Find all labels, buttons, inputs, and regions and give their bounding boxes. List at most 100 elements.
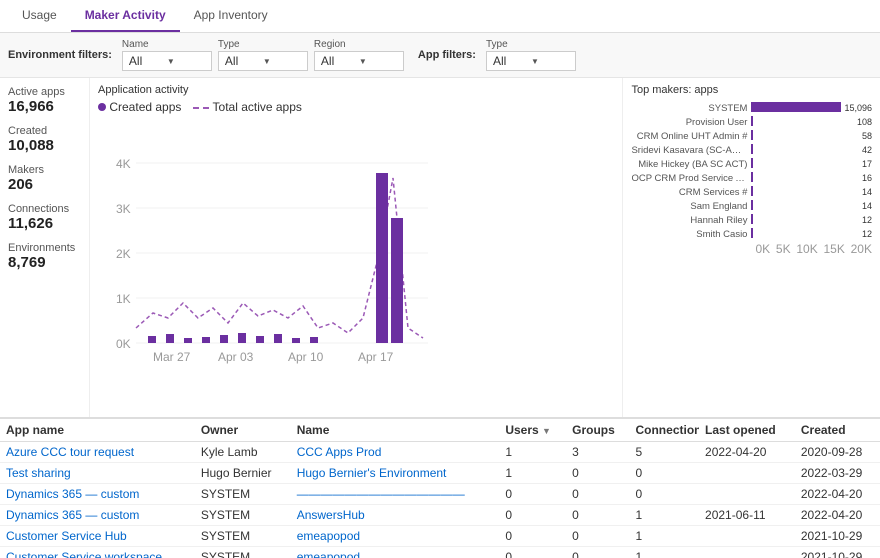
filter-bar: Environment filters: Name All ▼ Type All…: [0, 33, 880, 78]
maker-value: 17: [862, 159, 872, 169]
env-filters-label: Environment filters:: [8, 49, 112, 61]
chevron-down-icon: ▼: [263, 57, 301, 66]
cell-connections: 0: [629, 463, 699, 484]
maker-bar-wrap: [751, 102, 841, 114]
svg-text:Mar 27: Mar 27: [153, 350, 191, 364]
maker-bar-wrap: [751, 158, 859, 170]
cell-users: 0: [499, 526, 566, 547]
filter-name-label: Name: [122, 39, 212, 50]
maker-bar-wrap: [751, 228, 859, 240]
cell-groups: 0: [566, 484, 629, 505]
maker-bar: [751, 214, 753, 224]
stat-connections: Connections 11,626: [8, 203, 81, 232]
cell-owner: SYSTEM: [195, 505, 291, 526]
maker-name: Hannah Riley: [631, 215, 751, 226]
cell-name[interactable]: Hugo Bernier's Environment: [291, 463, 500, 484]
cell-connections: 1: [629, 505, 699, 526]
chevron-down-icon: ▼: [359, 57, 397, 66]
tab-usage[interactable]: Usage: [8, 0, 71, 32]
cell-app-name[interactable]: Test sharing: [0, 463, 195, 484]
sort-icon: ▼: [542, 426, 551, 436]
filter-name-select[interactable]: All ▼: [122, 51, 212, 71]
maker-name: Smith Casio: [631, 229, 751, 240]
cell-groups: 0: [566, 463, 629, 484]
cell-owner: SYSTEM: [195, 547, 291, 558]
cell-created: 2020-09-28: [795, 442, 880, 463]
cell-name[interactable]: AnswersHub: [291, 505, 500, 526]
col-users[interactable]: Users ▼: [499, 419, 566, 442]
maker-name: Sridevi Kasavara (SC-ACT): [631, 145, 751, 156]
maker-value: 12: [862, 229, 872, 239]
maker-bar: [751, 102, 841, 112]
maker-bar: [751, 186, 753, 196]
maker-bar-wrap: [751, 200, 859, 212]
filter-name-group: Name All ▼: [122, 39, 212, 71]
app-filters-label: App filters:: [418, 49, 476, 61]
tab-app-inventory[interactable]: App Inventory: [180, 0, 282, 32]
filter-app-type-select[interactable]: All ▼: [486, 51, 576, 71]
cell-created: 2022-03-29: [795, 463, 880, 484]
cell-groups: 0: [566, 505, 629, 526]
maker-value: 108: [857, 117, 872, 127]
maker-bar: [751, 172, 753, 182]
table-row: Dynamics 365 — custom SYSTEM AnswersHub …: [0, 505, 880, 526]
filter-type-group: Type All ▼: [218, 39, 308, 71]
maker-value: 12: [862, 215, 872, 225]
stat-created: Created 10,088: [8, 125, 81, 154]
tab-bar: Usage Maker Activity App Inventory: [0, 0, 880, 33]
svg-text:4K: 4K: [116, 157, 131, 171]
chart-legend: Created apps Total active apps: [98, 100, 614, 114]
cell-users: 1: [499, 463, 566, 484]
col-connections: Connections: [629, 419, 699, 442]
maker-bar-wrap: [751, 116, 854, 128]
cell-last-opened: [699, 547, 795, 558]
maker-value: 15,096: [844, 103, 872, 113]
filter-region-label: Region: [314, 39, 404, 50]
cell-connections: 1: [629, 526, 699, 547]
top-maker-row: Sam England 14: [631, 200, 872, 212]
cell-created: 2022-04-20: [795, 484, 880, 505]
filter-region-group: Region All ▼: [314, 39, 404, 71]
chevron-down-icon: ▼: [531, 57, 569, 66]
filter-region-select[interactable]: All ▼: [314, 51, 404, 71]
cell-name[interactable]: CCC Apps Prod: [291, 442, 500, 463]
col-name: Name: [291, 419, 500, 442]
maker-bar-wrap: [751, 130, 859, 142]
filter-app-type-label: Type: [486, 39, 576, 50]
svg-text:Apr 03: Apr 03: [218, 350, 254, 364]
cell-name[interactable]: emeapopod: [291, 547, 500, 558]
maker-name: Mike Hickey (BA SC ACT): [631, 159, 751, 170]
maker-name: OCP CRM Prod Service A...: [631, 173, 751, 184]
top-makers-axis: 0K5K10K15K20K: [631, 242, 872, 256]
top-maker-row: Hannah Riley 12: [631, 214, 872, 226]
cell-app-name[interactable]: Dynamics 365 — custom: [0, 505, 195, 526]
maker-bar: [751, 200, 753, 210]
cell-app-name[interactable]: Customer Service Hub: [0, 526, 195, 547]
cell-owner: SYSTEM: [195, 484, 291, 505]
table-row: Test sharing Hugo Bernier Hugo Bernier's…: [0, 463, 880, 484]
maker-value: 16: [862, 173, 872, 183]
cell-created: 2021-10-29: [795, 526, 880, 547]
cell-app-name[interactable]: Customer Service workspace: [0, 547, 195, 558]
maker-value: 42: [862, 145, 872, 155]
app-activity-chart: Application activity Created apps Total …: [90, 78, 623, 417]
cell-app-name[interactable]: Azure CCC tour request: [0, 442, 195, 463]
filter-type-select[interactable]: All ▼: [218, 51, 308, 71]
svg-text:2K: 2K: [116, 247, 131, 261]
cell-name[interactable]: ——————————————: [291, 484, 500, 505]
maker-bar: [751, 158, 753, 168]
maker-bar-wrap: [751, 186, 859, 198]
cell-app-name[interactable]: Dynamics 365 — custom: [0, 484, 195, 505]
cell-users: 0: [499, 547, 566, 558]
top-maker-row: CRM Online UHT Admin # 58: [631, 130, 872, 142]
cell-name[interactable]: emeapopod: [291, 526, 500, 547]
filter-type-label: Type: [218, 39, 308, 50]
cell-last-opened: [699, 484, 795, 505]
cell-last-opened: 2021-06-11: [699, 505, 795, 526]
col-last-opened: Last opened: [699, 419, 795, 442]
stat-active-apps: Active apps 16,966: [8, 86, 81, 115]
col-app-name: App name: [0, 419, 195, 442]
cell-groups: 0: [566, 547, 629, 558]
top-maker-row: Smith Casio 12: [631, 228, 872, 240]
tab-maker-activity[interactable]: Maker Activity: [71, 0, 180, 32]
